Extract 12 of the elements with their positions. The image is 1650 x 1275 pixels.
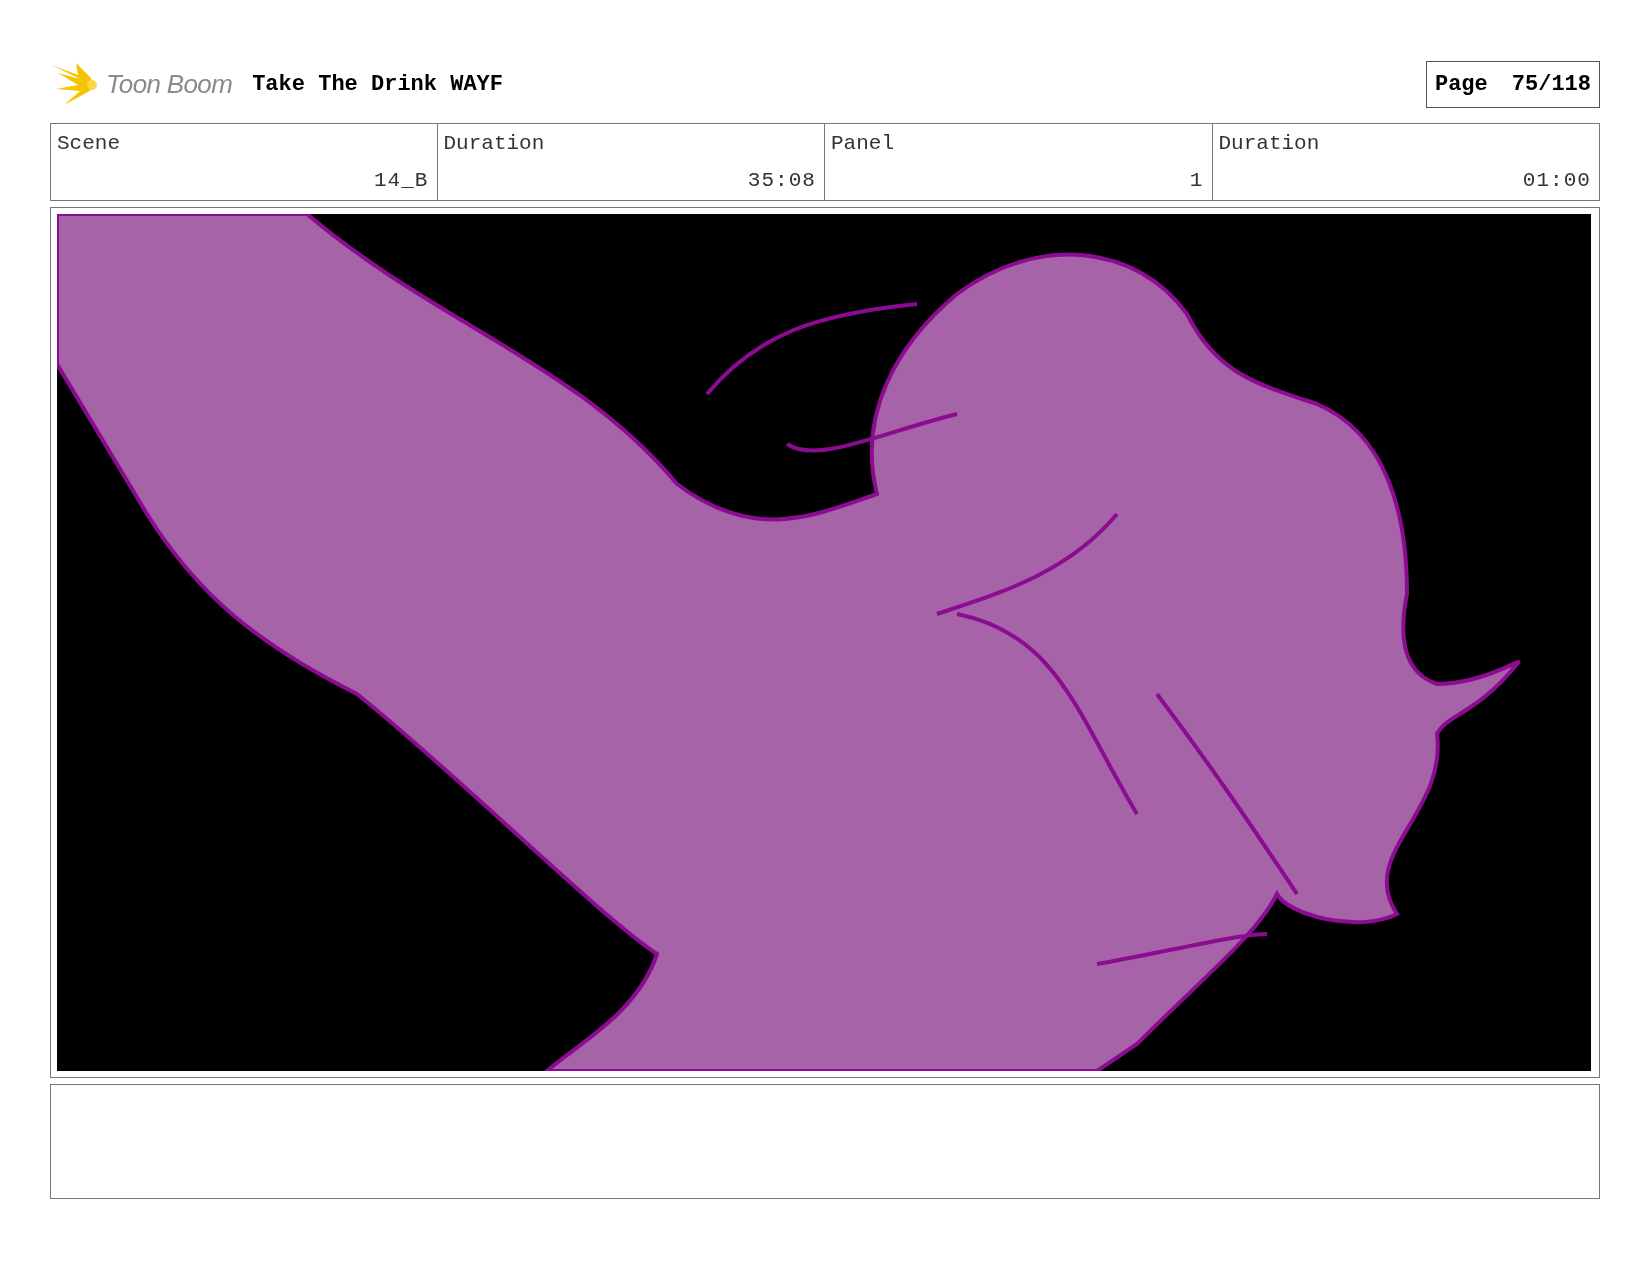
page-number: 75/118 [1511, 70, 1591, 99]
storyboard-title: Take The Drink WAYF [252, 70, 503, 99]
field-label: Duration [1218, 131, 1321, 157]
page-label: Page [1434, 70, 1488, 99]
field-label: Duration [443, 131, 546, 157]
field-value: 1 [1189, 167, 1204, 194]
field-label: Panel [831, 131, 895, 157]
logo-text: Toon Boom [106, 67, 233, 101]
field-value: 14_B [373, 167, 429, 194]
field-value: 01:00 [1522, 167, 1591, 194]
field-value: 35:08 [747, 167, 816, 194]
field-label: Scene [57, 131, 121, 157]
